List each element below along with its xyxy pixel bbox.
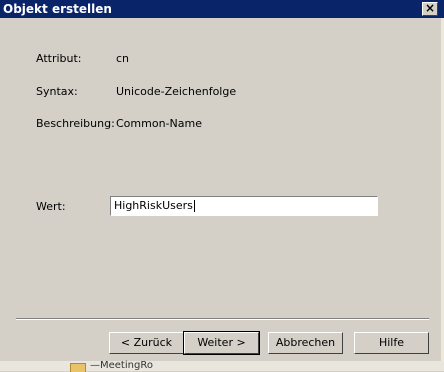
background-fragment-text: —MeetingRo (90, 360, 153, 371)
cancel-button-label: Abbrechen (275, 336, 336, 349)
wert-input[interactable]: HighRiskUsers (110, 196, 378, 216)
back-button[interactable]: < Zurück (109, 332, 184, 354)
background-window-strip: —MeetingRo (0, 360, 444, 372)
dialog-titlebar: Objekt erstellen × (0, 0, 444, 18)
close-button[interactable]: × (422, 2, 438, 16)
next-button[interactable]: Weiter > (183, 331, 260, 355)
beschreibung-value: Common-Name (116, 117, 202, 130)
separator-line (16, 318, 429, 320)
syntax-value: Unicode-Zeichenfolge (116, 85, 237, 98)
beschreibung-label: Beschreibung: (36, 117, 115, 130)
attribut-value: cn (116, 52, 130, 65)
wert-input-value: HighRiskUsers (114, 199, 193, 212)
dialog-title: Objekt erstellen (3, 2, 112, 16)
help-button-label: Hilfe (378, 336, 405, 349)
wert-label: Wert: (36, 200, 66, 213)
help-button[interactable]: Hilfe (354, 332, 429, 354)
next-button-label: Weiter > (197, 336, 246, 349)
back-button-label: < Zurück (120, 336, 173, 349)
cancel-button[interactable]: Abbrechen (268, 332, 343, 354)
text-caret (193, 200, 195, 212)
syntax-label: Syntax: (36, 85, 78, 98)
attribut-label: Attribut: (36, 52, 82, 65)
close-icon: × (424, 1, 436, 15)
